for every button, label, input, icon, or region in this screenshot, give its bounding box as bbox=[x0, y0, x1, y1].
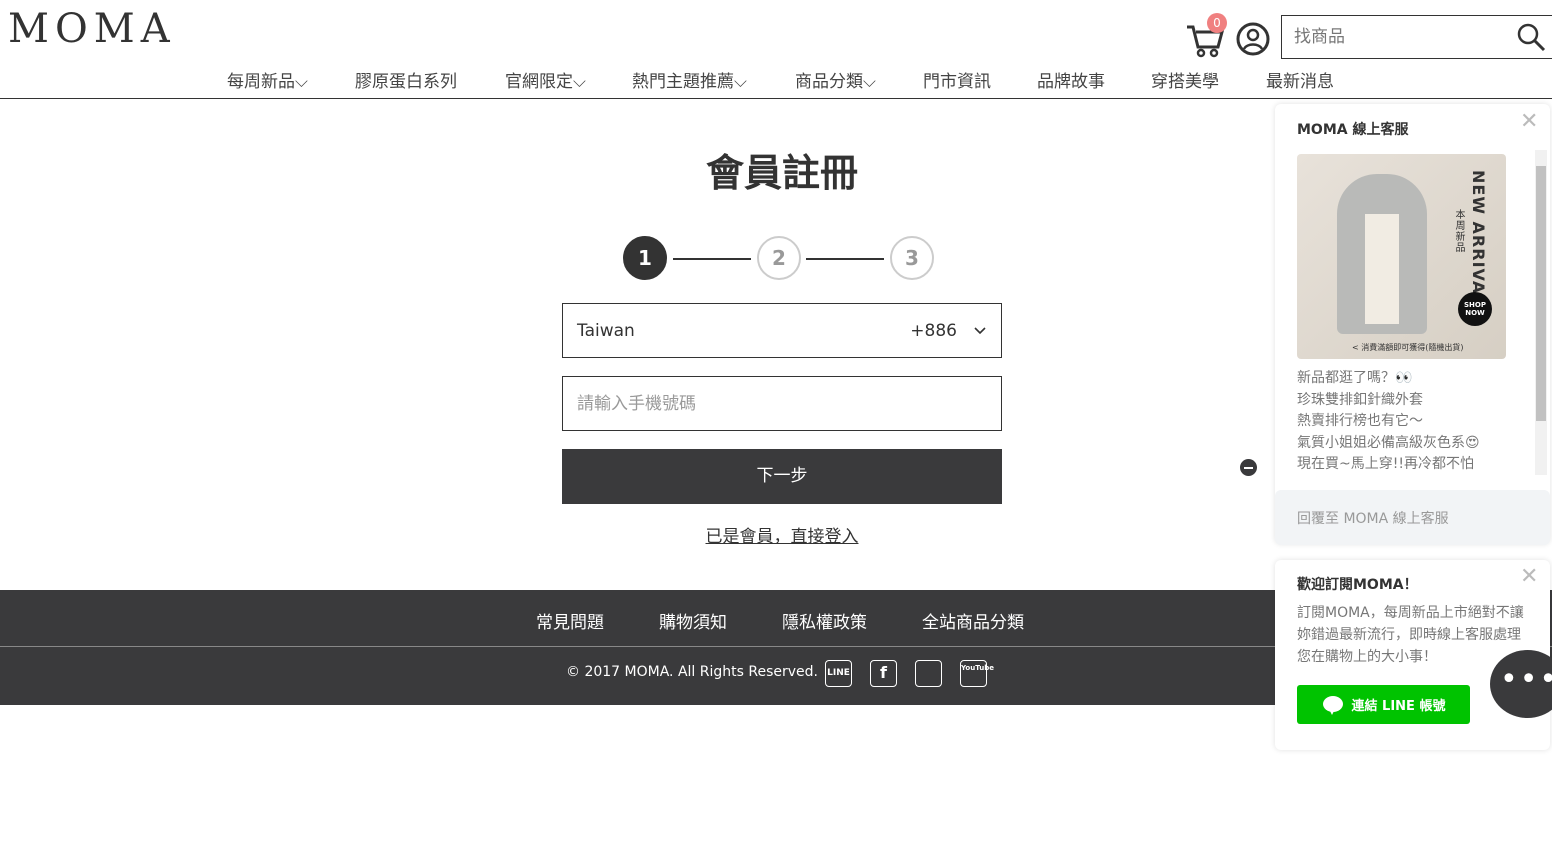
line-icon[interactable]: LINE bbox=[825, 660, 852, 687]
search-box bbox=[1281, 15, 1552, 59]
country-code: +886 bbox=[910, 320, 957, 341]
login-link-text[interactable]: 已是會員，直接登入 bbox=[706, 527, 859, 547]
copyright: © 2017 MOMA. All Rights Reserved. bbox=[566, 664, 818, 680]
next-button[interactable]: 下一步 bbox=[562, 449, 1002, 504]
connect-line-button[interactable]: 連結 LINE 帳號 bbox=[1297, 685, 1470, 724]
nav-item[interactable]: 商品分類⌵ bbox=[795, 67, 876, 92]
nav-item[interactable]: 每周新品⌵ bbox=[227, 67, 308, 92]
footer-link[interactable]: 常見問題 bbox=[536, 608, 604, 633]
connect-line-label: 連結 LINE 帳號 bbox=[1351, 699, 1446, 714]
step-2: 2 bbox=[757, 236, 801, 280]
promo-title: NEW ARRIVAL bbox=[1469, 170, 1488, 306]
nav-item[interactable]: 膠原蛋白系列 bbox=[355, 67, 457, 92]
promo-sub: 本周新品 bbox=[1453, 209, 1464, 253]
search-input[interactable] bbox=[1282, 27, 1516, 47]
chevron-down-icon bbox=[974, 326, 986, 334]
country-name: Taiwan bbox=[577, 320, 635, 341]
nav-item[interactable]: 門市資訊 bbox=[923, 67, 991, 92]
instagram-icon[interactable]: IG bbox=[915, 660, 942, 687]
scrollbar-thumb[interactable] bbox=[1536, 166, 1546, 421]
search-icon[interactable] bbox=[1516, 22, 1546, 52]
shop-now-badge: SHOP NOW bbox=[1458, 292, 1492, 326]
main-nav: 每周新品⌵ 膠原蛋白系列 官網限定⌵ 熱門主題推薦⌵ 商品分類⌵ 門市資訊 品牌… bbox=[0, 64, 1552, 99]
chat-widget: MOMA 線上客服 ✕ NEW ARRIVAL 本周新品 SHOP NOW < … bbox=[1275, 104, 1550, 544]
step-3: 3 bbox=[890, 236, 934, 280]
youtube-icon[interactable]: YouTube bbox=[960, 660, 994, 687]
step-connector bbox=[673, 258, 751, 260]
promo-image[interactable]: NEW ARRIVAL 本周新品 SHOP NOW < 消費滿額即可獲得(隨機出… bbox=[1297, 154, 1506, 359]
phone-input[interactable] bbox=[577, 393, 987, 414]
step-1: 1 bbox=[623, 236, 667, 280]
footer-link[interactable]: 隱私權政策 bbox=[782, 608, 867, 633]
account-icon[interactable] bbox=[1236, 22, 1270, 56]
step-connector bbox=[806, 258, 884, 260]
nav-item[interactable]: 官網限定⌵ bbox=[505, 67, 586, 92]
nav-item[interactable]: 最新消息 bbox=[1266, 67, 1334, 92]
line-icon bbox=[1322, 695, 1343, 715]
promo-gift-text: < 消費滿額即可獲得(隨機出貨) bbox=[1352, 343, 1464, 352]
nav-item[interactable]: 品牌故事 bbox=[1037, 67, 1105, 92]
logo[interactable]: MOMA bbox=[8, 6, 176, 52]
chat-message: 新品都逛了嗎？👀 珍珠雙排釦針織外套 熱賣排行榜也有它～ 氣質小姐姐必備高級灰色… bbox=[1297, 370, 1480, 472]
nav-item[interactable]: 熱門主題推薦⌵ bbox=[632, 67, 747, 92]
cart-count-badge: 0 bbox=[1207, 13, 1227, 33]
subscribe-desc: 訂閱MOMA，每周新品上市絕對不讓妳錯過最新流行，即時線上客服處理您在購物上的大… bbox=[1297, 605, 1524, 665]
facebook-icon[interactable]: f bbox=[870, 660, 897, 687]
chat-reply-input[interactable]: 回覆至 MOMA 線上客服 bbox=[1275, 490, 1550, 545]
model-figure-detail bbox=[1365, 214, 1399, 324]
minimize-icon[interactable] bbox=[1240, 459, 1257, 476]
chat-title: MOMA 線上客服 bbox=[1297, 122, 1409, 138]
close-icon[interactable]: ✕ bbox=[1520, 564, 1538, 589]
footer-link[interactable]: 全站商品分類 bbox=[922, 608, 1024, 633]
subscribe-title: 歡迎訂閱MOMA！ bbox=[1297, 577, 1418, 593]
country-select[interactable]: Taiwan +886 bbox=[562, 303, 1002, 358]
close-icon[interactable]: ✕ bbox=[1520, 109, 1538, 134]
chat-scrollbar[interactable] bbox=[1535, 150, 1547, 475]
nav-item[interactable]: 穿搭美學 bbox=[1151, 67, 1219, 92]
footer-link[interactable]: 購物須知 bbox=[659, 608, 727, 633]
phone-field bbox=[562, 376, 1002, 431]
